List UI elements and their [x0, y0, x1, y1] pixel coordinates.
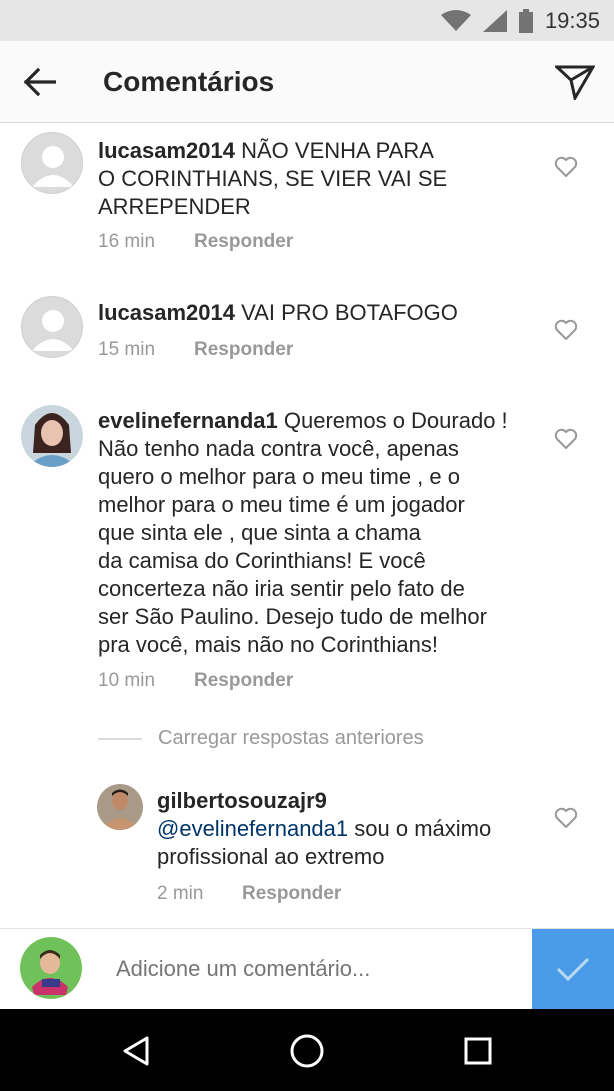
comment-meta: 10 min Responder	[98, 670, 293, 692]
comment-body-line: da camisa do Corinthians! E você	[98, 548, 426, 573]
share-button[interactable]	[552, 61, 598, 103]
status-icons: 19:35	[429, 0, 600, 41]
divider	[98, 737, 142, 740]
reply-meta: 2 min Responder	[157, 883, 341, 905]
default-avatar-icon	[32, 146, 74, 187]
paper-plane-icon	[555, 65, 595, 100]
system-nav-bar	[0, 1009, 614, 1091]
comment-time: 15 min	[98, 339, 156, 360]
comment-body-line: melhor para o meu time é um jogador	[98, 492, 465, 517]
check-icon	[556, 957, 590, 982]
reply-button[interactable]: Responder	[194, 339, 293, 361]
status-time: 19:35	[544, 7, 600, 33]
arrow-left-icon	[24, 68, 56, 96]
status-bar: 19:35	[0, 0, 614, 41]
comment-input[interactable]	[116, 929, 526, 1009]
reply-button[interactable]: Responder	[194, 231, 293, 253]
nav-recents-button[interactable]	[456, 1029, 500, 1073]
reply-time: 2 min	[157, 883, 204, 904]
avatar[interactable]	[21, 132, 83, 194]
comment-body-line: Queremos o Dourado !	[283, 408, 508, 433]
signal-icon	[482, 9, 507, 32]
comment-body-line: NÃO VENHA PARA	[241, 138, 434, 163]
nav-back-button[interactable]	[114, 1029, 158, 1073]
comment-text: lucasam2014 NÃO VENHA PARA O CORINTHIANS…	[98, 137, 538, 221]
comment-username[interactable]: lucasam2014	[98, 300, 235, 325]
post-comment-button[interactable]	[532, 929, 614, 1009]
comment-body-line: ser São Paulino. Desejo tudo de melhor	[98, 604, 487, 629]
comment-body-line: pra você, mais não no Corinthians!	[98, 632, 438, 657]
avatar[interactable]	[21, 296, 83, 358]
page-title: Comentários	[103, 66, 275, 97]
heart-icon[interactable]	[554, 156, 578, 178]
reply-text: gilbertosouzajr9 @evelinefernanda1 sou o…	[157, 787, 547, 871]
comment-body-line: que sinta ele , que sinta a chama	[98, 520, 421, 545]
heart-icon[interactable]	[554, 807, 578, 829]
comment-username[interactable]: evelinefernanda1	[98, 408, 278, 433]
back-triangle-icon	[123, 1036, 149, 1066]
comment-input-bar	[0, 928, 614, 1009]
comment-text: evelinefernanda1 Queremos o Dourado ! Nã…	[98, 407, 548, 659]
avatar[interactable]	[97, 784, 143, 830]
comment-time: 16 min	[98, 231, 156, 252]
avatar[interactable]	[21, 405, 83, 467]
load-previous-replies[interactable]: Carregar respostas anteriores	[98, 727, 424, 750]
comment-item: lucasam2014 VAI PRO BOTAFOGO 15 min Resp…	[0, 283, 614, 383]
reply-username[interactable]: gilbertosouzajr9	[157, 788, 327, 813]
comment-time: 10 min	[98, 670, 156, 691]
battery-icon	[518, 8, 533, 33]
load-previous-replies-label: Carregar respostas anteriores	[158, 727, 424, 749]
comment-body-line: concerteza não iria sentir pelo fato de	[98, 576, 465, 601]
wifi-icon	[440, 9, 471, 31]
reply-button[interactable]: Responder	[242, 883, 341, 905]
comment-meta: 15 min Responder	[98, 339, 293, 361]
comment-body-line: ARREPENDER	[98, 194, 251, 219]
reply-body: sou o máximo	[354, 816, 492, 841]
user-photo-icon	[20, 937, 82, 999]
comments-list[interactable]: lucasam2014 NÃO VENHA PARA O CORINTHIANS…	[0, 123, 614, 928]
back-button[interactable]	[18, 63, 62, 101]
user-photo-icon	[97, 784, 143, 830]
comment-text: lucasam2014 VAI PRO BOTAFOGO	[98, 299, 538, 327]
comment-meta: 16 min Responder	[98, 231, 293, 253]
reply-item: gilbertosouzajr9 @evelinefernanda1 sou o…	[0, 783, 614, 913]
app-bar: Comentários	[0, 41, 614, 123]
comment-item: lucasam2014 NÃO VENHA PARA O CORINTHIANS…	[0, 123, 614, 273]
comment-body-line: O CORINTHIANS, SE VIER VAI SE	[98, 166, 448, 191]
nav-home-button[interactable]	[285, 1029, 329, 1073]
comment-username[interactable]: lucasam2014	[98, 138, 235, 163]
comment-body-line: quero o melhor para o meu time , e o	[98, 464, 460, 489]
default-avatar-icon	[32, 310, 74, 351]
reply-body-line: profissional ao extremo	[157, 844, 385, 869]
user-photo-icon	[21, 405, 83, 467]
recents-square-icon	[464, 1037, 492, 1065]
comment-body-line: Não tenho nada contra você, apenas	[98, 436, 459, 461]
comment-item: evelinefernanda1 Queremos o Dourado ! Nã…	[0, 398, 614, 698]
current-user-avatar	[20, 937, 82, 999]
comment-body: VAI PRO BOTAFOGO	[241, 300, 458, 325]
heart-icon[interactable]	[554, 319, 578, 341]
mention-link[interactable]: @evelinefernanda1	[157, 816, 348, 841]
home-circle-icon	[290, 1034, 324, 1068]
heart-icon[interactable]	[554, 428, 578, 450]
reply-button[interactable]: Responder	[194, 670, 293, 692]
